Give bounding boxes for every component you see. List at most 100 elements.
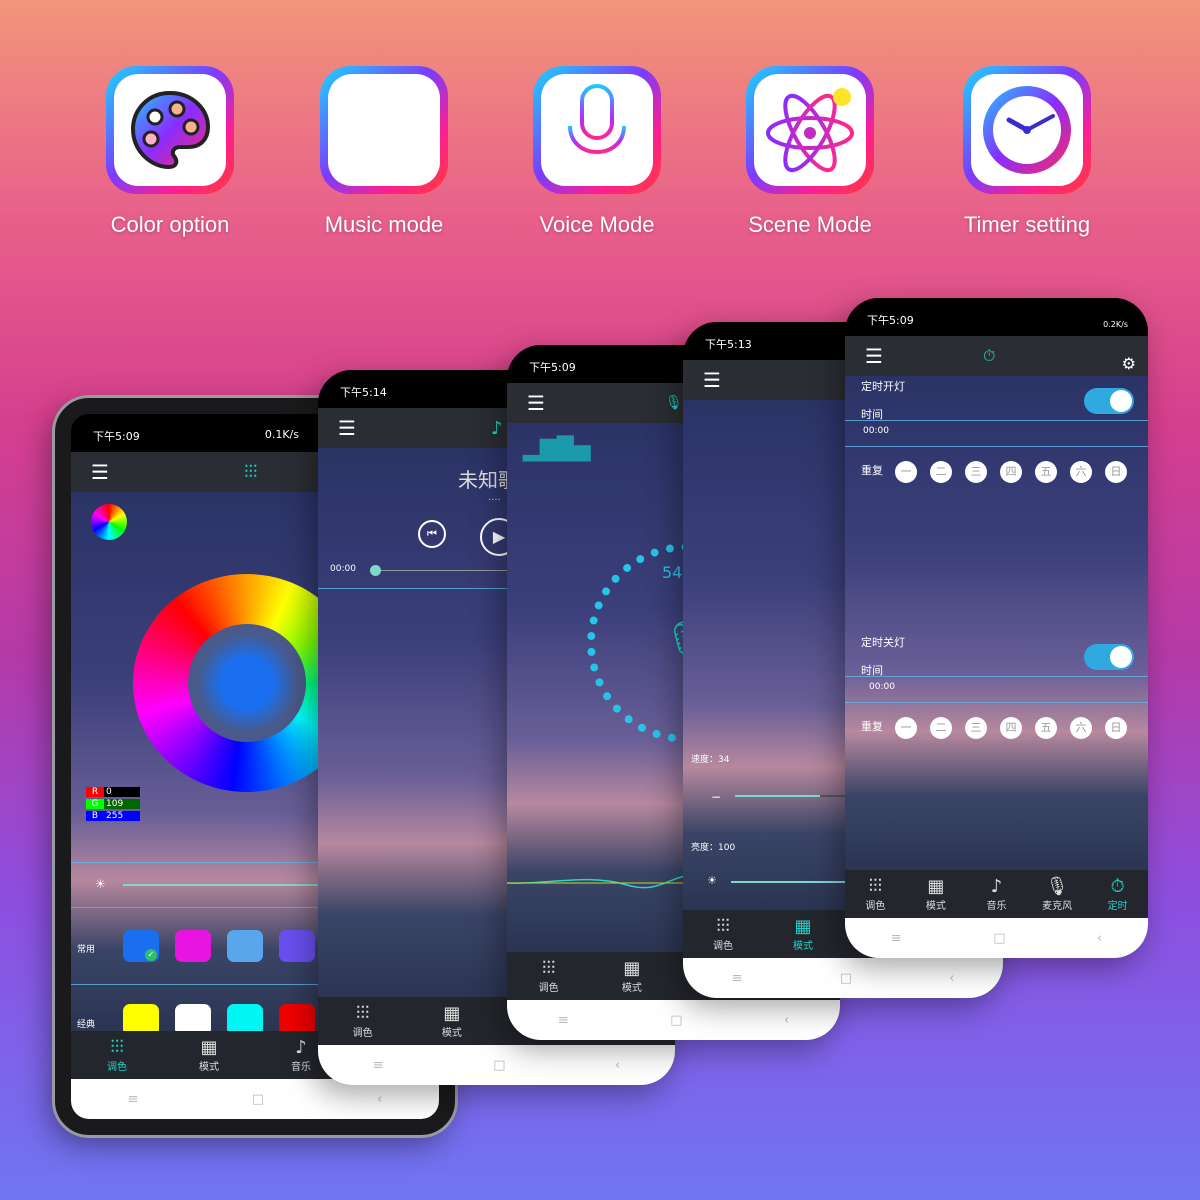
nav-menu-button[interactable]: ≡: [891, 931, 902, 946]
repeat-day-button[interactable]: 四: [1000, 461, 1022, 483]
atom-icon: [766, 88, 854, 173]
nav-home-button[interactable]: □: [993, 931, 1005, 946]
microphone-icon: [568, 84, 626, 174]
repeat-label: 重复: [861, 464, 883, 477]
tab-mic[interactable]: 🎙麦克风: [1027, 876, 1087, 912]
nav-home-button[interactable]: □: [493, 1058, 505, 1073]
color-picker-icon[interactable]: [91, 504, 127, 540]
color-swatch[interactable]: [227, 1004, 263, 1031]
tab-music[interactable]: ♪音乐: [966, 876, 1026, 912]
tab-mode[interactable]: ▦ 模式: [773, 916, 833, 952]
feature-label: Color option: [110, 212, 230, 237]
nav-back-button[interactable]: ‹: [615, 1058, 620, 1073]
menu-icon[interactable]: ☰: [527, 391, 545, 415]
tab-timer[interactable]: ⏱ 定时: [1088, 876, 1148, 912]
off-time-value[interactable]: 00:00: [869, 682, 895, 692]
tab-mode[interactable]: ▦ 模式: [906, 876, 966, 912]
feature-timer-setting: Timer setting: [927, 66, 1127, 238]
repeat-day-button[interactable]: 三: [965, 717, 987, 739]
tab-color[interactable]: ⫶⫶⫶ 调色: [519, 958, 579, 994]
microphone-icon: 🎙: [664, 395, 683, 411]
nav-back-button[interactable]: ‹: [1097, 931, 1102, 946]
color-swatch[interactable]: [175, 930, 211, 962]
phone-timer-screen: 下午5:09 0.2K/s ☰ ⏱ ⚙ 定时开灯 时间 00:00 重复 一二三四五六…: [845, 298, 1148, 958]
repeat-day-button[interactable]: 日: [1105, 461, 1127, 483]
repeat-day-button[interactable]: 一: [895, 717, 917, 739]
status-time: 下午5:09: [529, 361, 576, 374]
repeat-days-off: 一二三四五六日: [895, 716, 1140, 739]
time-label: 时间: [861, 408, 883, 421]
menu-icon[interactable]: ☰: [865, 344, 883, 368]
repeat-day-button[interactable]: 一: [895, 461, 917, 483]
feature-color-option: Color option: [70, 66, 270, 238]
menu-icon[interactable]: ☰: [338, 416, 356, 440]
feature-music-mode: Music mode: [284, 66, 484, 238]
palette-icon: [130, 90, 211, 170]
music-note-icon: ♪: [490, 417, 503, 439]
repeat-day-button[interactable]: 二: [930, 717, 952, 739]
color-swatch[interactable]: [279, 1004, 315, 1031]
repeat-day-button[interactable]: 四: [1000, 717, 1022, 739]
status-time: 下午5:09: [93, 430, 140, 443]
nav-menu-button[interactable]: ≡: [373, 1058, 384, 1073]
rgb-readout: R0 G 109 B 255: [86, 787, 140, 821]
equalizer-icon: ⫶⫶⫶: [243, 461, 258, 483]
brightness-icon: ☀: [95, 877, 106, 891]
nav-home-button[interactable]: □: [252, 1092, 264, 1107]
color-swatch[interactable]: [279, 930, 315, 962]
repeat-day-button[interactable]: 日: [1105, 717, 1127, 739]
nav-back-button[interactable]: ‹: [784, 1013, 789, 1028]
brightness-icon: ☀: [707, 874, 717, 887]
tab-mode[interactable]: ▦ 模式: [422, 1003, 482, 1039]
repeat-label: 重复: [861, 720, 883, 733]
timer-on-title: 定时开灯: [861, 380, 905, 393]
status-time: 下午5:14: [340, 386, 387, 399]
repeat-day-button[interactable]: 六: [1070, 717, 1092, 739]
nav-home-button[interactable]: □: [840, 971, 852, 986]
feature-label: Timer setting: [963, 212, 1091, 237]
song-artist: ....: [488, 492, 501, 503]
check-icon: ✓: [145, 949, 157, 961]
timer-off-title: 定时关灯: [861, 636, 905, 649]
color-swatch[interactable]: [175, 1004, 211, 1031]
menu-icon[interactable]: ☰: [91, 460, 109, 484]
tab-color[interactable]: ⫶⫶⫶ 调色: [87, 1037, 147, 1073]
equalizer-icon: ⫶⫶⫶: [110, 1037, 124, 1058]
nav-back-button[interactable]: ‹: [949, 971, 954, 986]
feature-scene-mode: Scene Mode: [710, 66, 910, 238]
feature-label: Music mode: [324, 212, 444, 237]
repeat-day-button[interactable]: 三: [965, 461, 987, 483]
nav-back-button[interactable]: ‹: [377, 1092, 382, 1107]
tab-color[interactable]: ⫶⫶⫶ 调色: [845, 876, 905, 912]
feature-label: Voice Mode: [539, 212, 655, 237]
timer-on-toggle[interactable]: [1084, 388, 1134, 414]
repeat-day-button[interactable]: 五: [1035, 461, 1057, 483]
color-swatch[interactable]: ✓: [123, 930, 159, 962]
nav-menu-button[interactable]: ≡: [128, 1092, 139, 1107]
status-speed: 0.1K/s: [264, 428, 299, 441]
nav-menu-button[interactable]: ≡: [558, 1013, 569, 1028]
repeat-day-button[interactable]: 六: [1070, 461, 1092, 483]
tab-mode[interactable]: ▦ 模式: [602, 958, 662, 994]
speed-label: 速度：34: [691, 755, 730, 765]
stopwatch-icon: ⏱: [982, 346, 996, 365]
tab-color[interactable]: ⫶⫶⫶ 调色: [333, 1003, 393, 1039]
repeat-day-button[interactable]: 五: [1035, 717, 1057, 739]
on-time-value[interactable]: 00:00: [863, 426, 889, 436]
brightness-slider[interactable]: [123, 884, 323, 886]
nav-menu-button[interactable]: ≡: [732, 971, 743, 986]
timer-off-toggle[interactable]: [1084, 644, 1134, 670]
color-swatch[interactable]: [227, 930, 263, 962]
menu-icon[interactable]: ☰: [703, 368, 721, 392]
grid-icon: ▦: [200, 1037, 218, 1058]
tab-mode[interactable]: ▦ 模式: [179, 1037, 239, 1073]
red-value: 0: [104, 787, 140, 797]
previous-button[interactable]: ⏮: [418, 520, 446, 548]
status-time: 下午5:13: [705, 338, 752, 351]
repeat-day-button[interactable]: 二: [930, 461, 952, 483]
nav-home-button[interactable]: □: [670, 1013, 682, 1028]
blue-value: 255: [104, 811, 140, 821]
settings-icon[interactable]: ⚙: [1122, 354, 1136, 373]
tab-color[interactable]: ⫶⫶⫶ 调色: [693, 916, 753, 952]
color-swatch[interactable]: [123, 1004, 159, 1031]
